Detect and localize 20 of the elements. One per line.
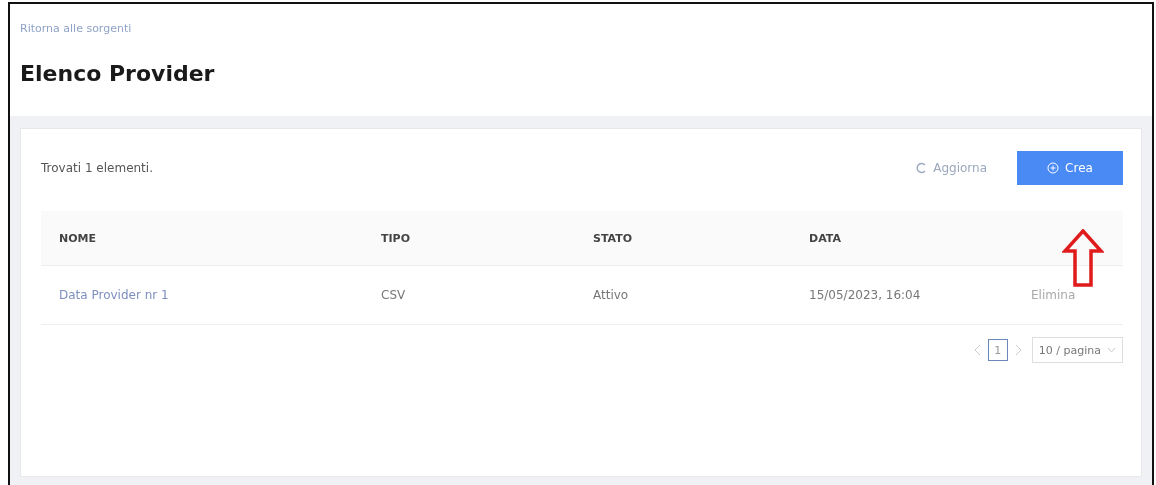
refresh-icon	[915, 162, 928, 174]
next-page-icon[interactable]	[1013, 344, 1022, 356]
prev-page-icon[interactable]	[973, 344, 982, 356]
table-cell: Attivo	[575, 266, 791, 325]
page-button[interactable]: 1	[987, 339, 1008, 361]
column-header: DATA	[791, 211, 1007, 266]
plus-circle-icon	[1047, 162, 1060, 174]
create-button[interactable]: Crea	[1017, 151, 1123, 185]
column-header: TIPO	[363, 211, 575, 266]
table-cell: 15/05/2023, 16:04	[791, 266, 1007, 325]
chevron-down-icon	[1107, 347, 1116, 353]
column-header: STATO	[575, 211, 791, 266]
table-cell: CSV	[363, 266, 575, 325]
column-header: NOME	[41, 211, 363, 266]
refresh-button[interactable]: Aggiorna	[915, 157, 987, 179]
back-link[interactable]: Ritorna alle sorgenti	[20, 22, 132, 35]
provider-link[interactable]: Data Provider nr 1	[59, 288, 169, 302]
page-title: Elenco Provider	[20, 61, 215, 86]
result-count: Trovati 1 elementi.	[41, 161, 153, 175]
page-size-select[interactable]: 10 / pagina	[1031, 337, 1123, 363]
